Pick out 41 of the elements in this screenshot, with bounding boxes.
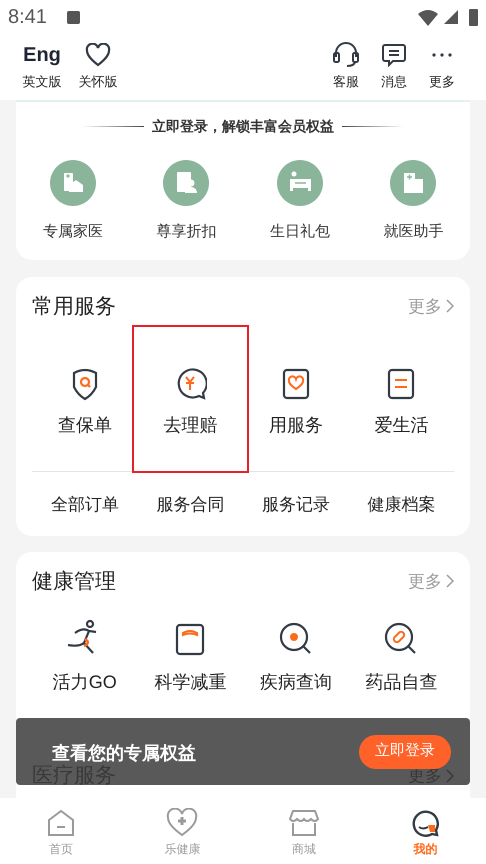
service-link[interactable]: 健康档案	[348, 492, 454, 518]
signal-icon	[444, 10, 458, 24]
service-link[interactable]: 服务记录	[243, 492, 348, 518]
message-icon	[381, 42, 407, 66]
chevron-right-icon	[446, 574, 454, 588]
header-button[interactable]: 消息	[370, 40, 418, 91]
header-label: 英文版	[22, 72, 62, 90]
section-title: 健康管理	[32, 568, 116, 594]
divider-line	[82, 126, 144, 127]
eng-logo: Eng	[23, 42, 61, 68]
member-benefit[interactable]: 专属家医	[16, 159, 130, 244]
member-benefit[interactable]: 就医助手	[356, 159, 470, 244]
battery-icon	[469, 8, 478, 26]
health-item[interactable]: 科学减重	[138, 619, 243, 696]
health-item[interactable]: 活力GO	[32, 619, 138, 696]
chat-bubble-icon	[410, 808, 440, 838]
more-icon	[431, 52, 453, 58]
member-title: 立即登录，解锁丰富会员权益	[152, 117, 334, 136]
home-icon	[46, 808, 76, 838]
section-title: 常用服务	[32, 294, 116, 320]
status-time: 8:41	[8, 5, 47, 30]
heart-plus-icon	[166, 808, 198, 838]
member-benefit[interactable]: 尊享折扣	[130, 159, 243, 244]
service-link[interactable]: 服务合同	[138, 492, 243, 518]
service-link[interactable]: 全部订单	[32, 492, 138, 518]
health-item[interactable]: 药品自查	[348, 619, 454, 696]
chevron-right-icon	[446, 299, 454, 314]
headset-icon	[332, 42, 360, 68]
wifi-icon	[418, 8, 438, 26]
heart-icon	[85, 42, 111, 66]
divider-line	[342, 126, 404, 127]
header-button[interactable]: 更多	[418, 40, 466, 91]
member-benefit[interactable]: 生日礼包	[243, 159, 356, 244]
banner-text: 查看您的专属权益	[52, 742, 196, 764]
health-item[interactable]: 疾病查询	[243, 619, 348, 696]
english-version-button[interactable]: Eng 英文版	[20, 40, 64, 91]
header-label: 关怀版	[78, 72, 118, 90]
service-item[interactable]: 爱生活	[348, 327, 454, 471]
header-button[interactable]: 客服	[322, 40, 370, 91]
store-icon	[288, 808, 320, 838]
care-version-button[interactable]: 关怀版	[76, 40, 120, 91]
